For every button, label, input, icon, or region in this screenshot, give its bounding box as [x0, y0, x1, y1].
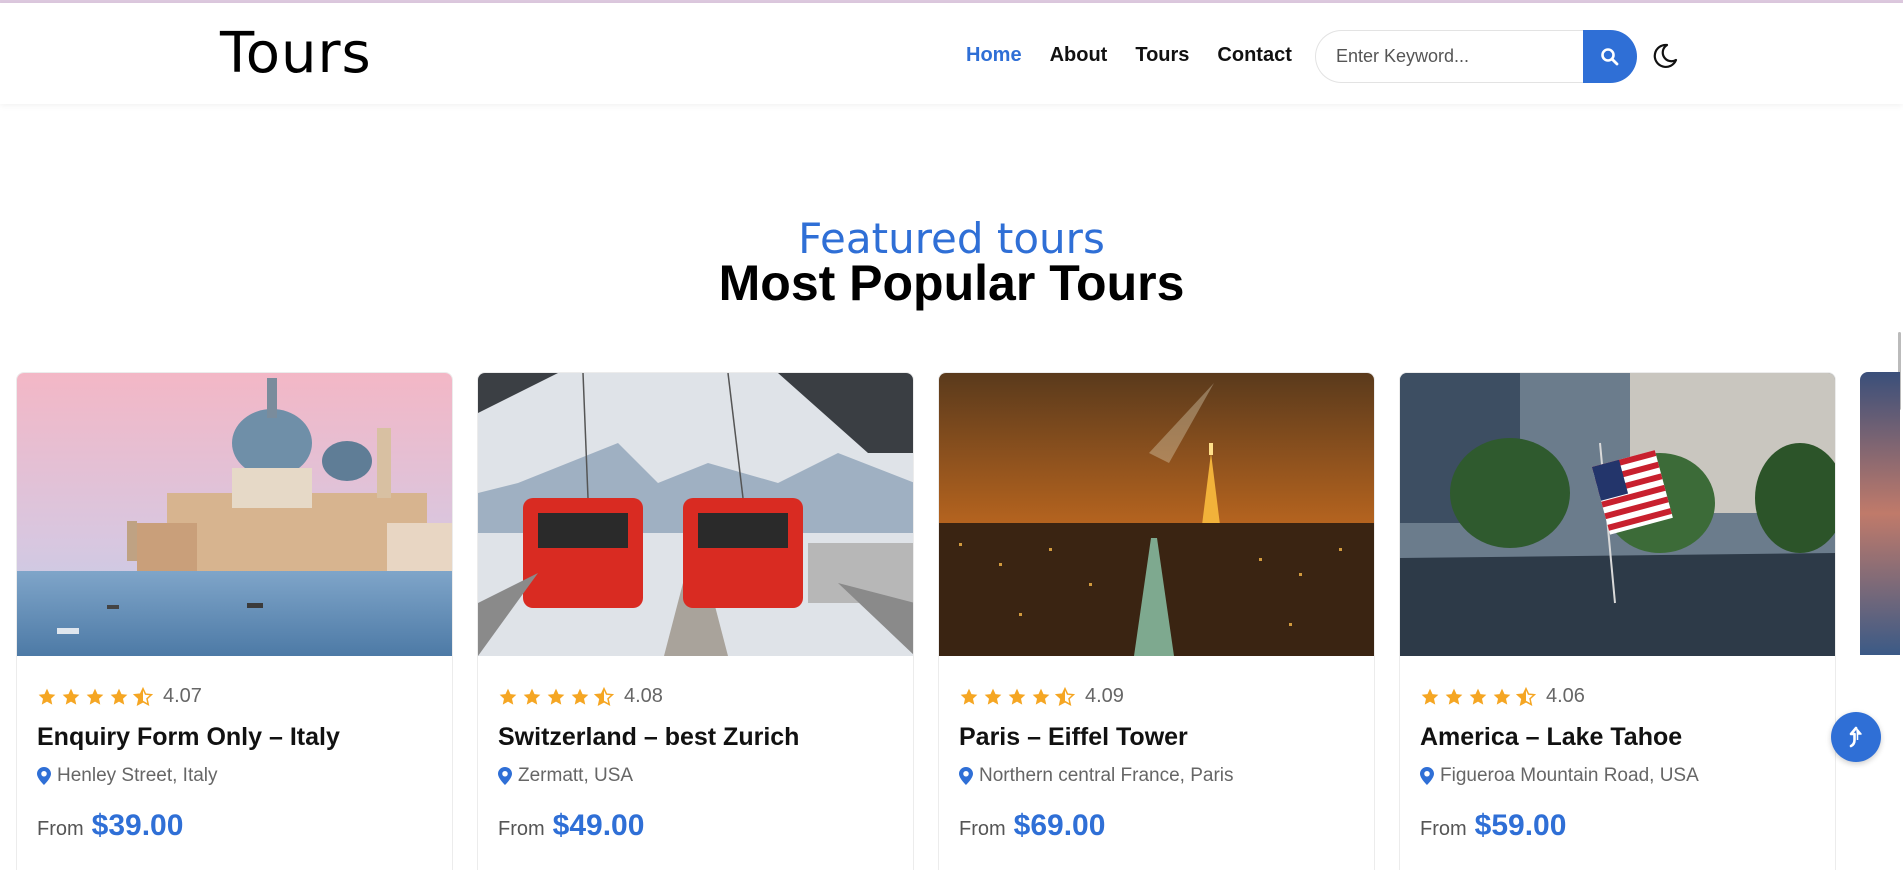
price-value: $69.00	[1013, 809, 1106, 842]
tour-price: From $49.00	[498, 809, 644, 843]
star-icon	[1421, 688, 1439, 705]
star-icon	[1445, 688, 1463, 705]
star-icon	[571, 688, 589, 705]
tour-image-memorial[interactable]	[1400, 373, 1836, 656]
site-header: Tours Home About Tours Contact	[0, 3, 1903, 104]
back-to-top-button[interactable]	[1831, 712, 1881, 762]
tour-image-trains[interactable]	[478, 373, 914, 656]
rating-value: 4.09	[1085, 685, 1124, 707]
star-icon	[1032, 688, 1050, 705]
search-button[interactable]	[1583, 30, 1637, 83]
tour-location-label: Zermatt, USA	[518, 765, 634, 786]
star-rating: 4.07	[37, 685, 202, 708]
map-pin-icon	[37, 767, 51, 785]
star-icon	[1469, 688, 1487, 705]
tour-card[interactable]: 4.09 Paris – Eiffel Tower Northern centr…	[938, 372, 1375, 870]
tour-price: From $39.00	[37, 809, 183, 843]
tour-location: Henley Street, Italy	[37, 765, 218, 787]
rating-value: 4.06	[1546, 685, 1585, 707]
nav-contact[interactable]: Contact	[1217, 44, 1291, 67]
star-rating: 4.09	[959, 685, 1124, 708]
tour-title[interactable]: America – Lake Tahoe	[1420, 723, 1682, 752]
map-pin-icon	[959, 767, 973, 785]
nav-about[interactable]: About	[1050, 44, 1108, 67]
star-icon	[523, 688, 541, 705]
star-half-icon	[133, 686, 153, 706]
rating-value: 4.08	[624, 685, 663, 707]
star-icon	[110, 688, 128, 705]
moon-icon[interactable]	[1650, 41, 1680, 71]
rating-value: 4.07	[163, 685, 202, 707]
tour-location: Northern central France, Paris	[959, 765, 1234, 787]
tour-location-label: Northern central France, Paris	[979, 765, 1234, 786]
tour-card[interactable]: 4.06 America – Lake Tahoe Figueroa Mount…	[1399, 372, 1836, 870]
search-icon	[1601, 47, 1619, 65]
tour-location-label: Figueroa Mountain Road, USA	[1440, 765, 1699, 786]
tour-location: Figueroa Mountain Road, USA	[1420, 765, 1699, 787]
price-value: $49.00	[552, 809, 645, 842]
main-nav: Home About Tours Contact	[966, 44, 1292, 67]
star-half-icon	[594, 686, 614, 706]
tour-image-venice[interactable]	[17, 373, 453, 656]
star-icon	[1008, 688, 1026, 705]
star-icon	[38, 688, 56, 705]
star-icon	[86, 688, 104, 705]
arrow-up-icon	[1849, 726, 1862, 748]
star-icon	[960, 688, 978, 705]
nav-tours[interactable]: Tours	[1135, 44, 1189, 67]
tour-card[interactable]: 4.07 Enquiry Form Only – Italy Henley St…	[16, 372, 453, 870]
star-icon	[499, 688, 517, 705]
price-value: $59.00	[1474, 809, 1567, 842]
star-icon	[547, 688, 565, 705]
star-icon	[984, 688, 1002, 705]
tour-price: From $59.00	[1420, 809, 1566, 843]
price-prefix: From	[37, 818, 84, 840]
star-icon	[62, 688, 80, 705]
tour-title[interactable]: Paris – Eiffel Tower	[959, 723, 1188, 752]
star-rating: 4.06	[1420, 685, 1585, 708]
star-half-icon	[1516, 686, 1536, 706]
map-pin-icon	[1420, 767, 1434, 785]
tour-card-partial[interactable]	[1860, 372, 1900, 655]
search-box	[1315, 30, 1637, 83]
section-title: Most Popular Tours	[718, 255, 1185, 311]
nav-home[interactable]: Home	[966, 44, 1022, 67]
site-logo[interactable]: Tours	[220, 21, 372, 86]
price-prefix: From	[498, 818, 545, 840]
tour-card[interactable]: 4.08 Switzerland – best Zurich Zermatt, …	[477, 372, 914, 870]
star-icon	[1493, 688, 1511, 705]
search-input[interactable]	[1315, 30, 1584, 83]
tour-location: Zermatt, USA	[498, 765, 633, 787]
tour-location-label: Henley Street, Italy	[57, 765, 218, 786]
tour-image-partial	[1860, 372, 1900, 655]
star-half-icon	[1055, 686, 1075, 706]
tour-title[interactable]: Switzerland – best Zurich	[498, 723, 799, 752]
tour-price: From $69.00	[959, 809, 1105, 843]
star-rating: 4.08	[498, 685, 663, 708]
tour-image-paris[interactable]	[939, 373, 1375, 656]
map-pin-icon	[498, 767, 512, 785]
price-prefix: From	[1420, 818, 1467, 840]
tour-title[interactable]: Enquiry Form Only – Italy	[37, 723, 340, 752]
price-prefix: From	[959, 818, 1006, 840]
price-value: $39.00	[91, 809, 184, 842]
